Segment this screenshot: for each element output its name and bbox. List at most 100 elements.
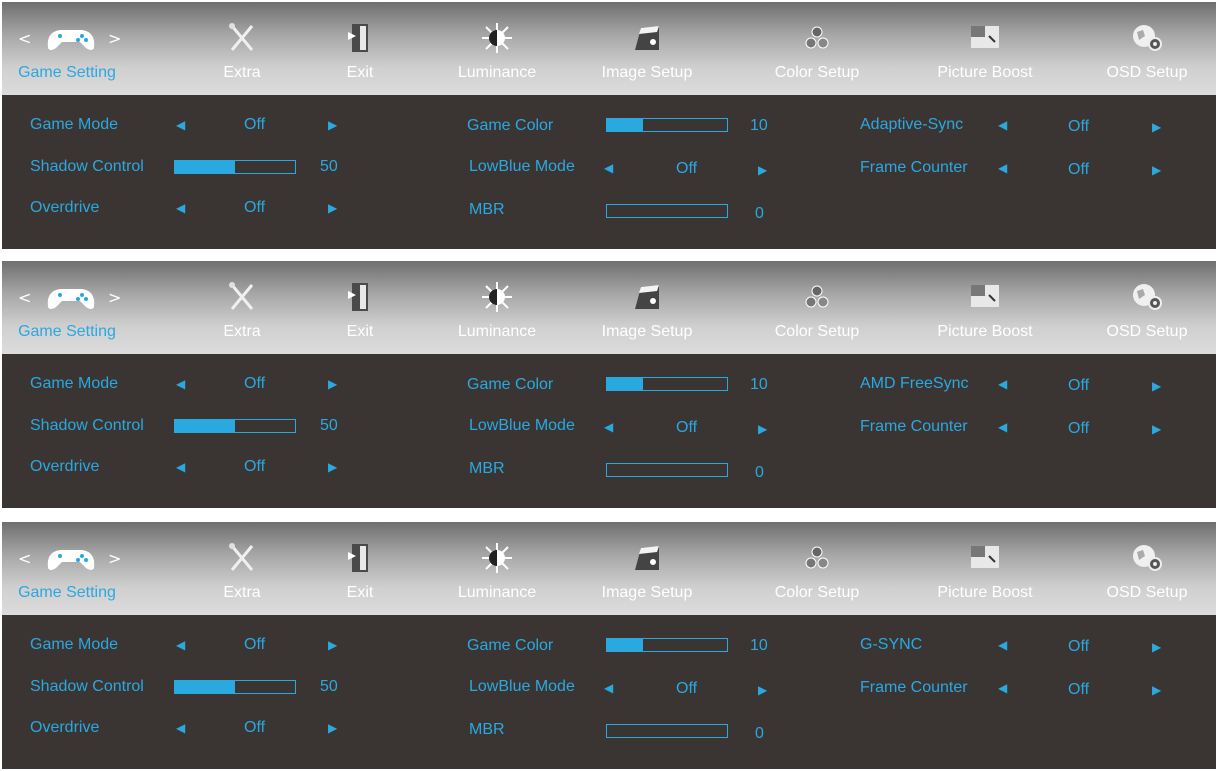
tools-icon [224, 22, 260, 54]
lowblue-mode-value: Off [676, 680, 698, 697]
tab-label: Color Setup [774, 323, 860, 340]
arrow-left-icon[interactable]: ◀ [604, 681, 613, 695]
tab-label: Color Setup [774, 584, 860, 601]
tab-image-setup[interactable]: Image Setup [592, 522, 702, 615]
svg-text:<: < [18, 29, 31, 48]
shadow-control-slider[interactable] [174, 160, 296, 174]
arrow-right-icon[interactable]: ▶ [758, 683, 767, 697]
tab-game-setting[interactable]: < > Game Setting [2, 522, 132, 615]
arrow-right-icon[interactable]: ▶ [328, 460, 337, 474]
frame-counter-label: Frame Counter [860, 418, 968, 435]
arrow-left-icon[interactable]: ◀ [176, 721, 185, 735]
arrow-left-icon[interactable]: ◀ [176, 118, 185, 132]
svg-text:<: < [18, 288, 31, 307]
arrow-left-icon[interactable]: ◀ [604, 161, 613, 175]
game-color-slider[interactable] [606, 638, 728, 652]
arrow-left-icon[interactable]: ◀ [998, 420, 1007, 434]
tab-color-setup[interactable]: Color Setup [762, 261, 872, 354]
sync-label: AMD FreeSync [860, 375, 969, 392]
tab-game-setting[interactable]: < > Game Setting [2, 261, 132, 354]
tab-osd-setup[interactable]: OSD Setup [1092, 261, 1202, 354]
mbr-label: MBR [469, 721, 505, 738]
tab-picture-boost[interactable]: Picture Boost [920, 522, 1050, 615]
tab-game-setting[interactable]: < > Game Setting [2, 2, 132, 95]
mbr-label: MBR [469, 201, 505, 218]
arrow-right-icon[interactable]: ▶ [328, 721, 337, 735]
mbr-slider[interactable] [606, 204, 728, 218]
game-mode-value: Off [244, 636, 266, 653]
tab-image-setup[interactable]: Image Setup [592, 261, 702, 354]
game-color-value: 10 [750, 637, 768, 654]
arrow-left-icon[interactable]: ◀ [176, 460, 185, 474]
image-icon [629, 281, 665, 313]
arrow-right-icon[interactable]: ▶ [328, 377, 337, 391]
sync-label: G-SYNC [860, 636, 923, 653]
tab-osd-setup[interactable]: OSD Setup [1092, 2, 1202, 95]
game-color-slider[interactable] [606, 118, 728, 132]
tab-extra[interactable]: Extra [192, 2, 292, 95]
arrow-right-icon[interactable]: ▶ [1152, 422, 1161, 436]
sun-icon [479, 22, 515, 54]
lowblue-mode-value: Off [676, 419, 698, 436]
globe-gear-icon [1129, 281, 1165, 313]
game-color-slider[interactable] [606, 377, 728, 391]
arrow-left-icon[interactable]: ◀ [998, 118, 1007, 132]
arrow-left-icon[interactable]: ◀ [176, 638, 185, 652]
tab-exit[interactable]: Exit [310, 261, 410, 354]
arrow-right-icon[interactable]: ▶ [758, 163, 767, 177]
arrow-right-icon[interactable]: ▶ [1152, 640, 1161, 654]
tab-label: Exit [346, 584, 374, 601]
arrow-right-icon[interactable]: ▶ [328, 118, 337, 132]
arrow-left-icon[interactable]: ◀ [998, 638, 1007, 652]
osd-tab-bar: < > Game Setting Extra Exit Luminance Im… [2, 2, 1216, 95]
tab-luminance[interactable]: Luminance [442, 2, 552, 95]
color-circles-icon [799, 542, 835, 574]
tab-extra[interactable]: Extra [192, 522, 292, 615]
tab-color-setup[interactable]: Color Setup [762, 2, 872, 95]
image-icon [629, 22, 665, 54]
mbr-slider[interactable] [606, 724, 728, 738]
arrow-left-icon[interactable]: ◀ [998, 681, 1007, 695]
exit-door-icon [342, 542, 378, 574]
svg-text:<: < [18, 549, 31, 568]
shadow-control-value: 50 [320, 678, 338, 695]
shadow-control-slider[interactable] [174, 419, 296, 433]
tab-extra[interactable]: Extra [192, 261, 292, 354]
arrow-left-icon[interactable]: ◀ [604, 420, 613, 434]
tab-osd-setup[interactable]: OSD Setup [1092, 522, 1202, 615]
tab-luminance[interactable]: Luminance [442, 261, 552, 354]
shadow-control-value: 50 [320, 417, 338, 434]
tab-exit[interactable]: Exit [310, 2, 410, 95]
arrow-left-icon[interactable]: ◀ [998, 161, 1007, 175]
tab-color-setup[interactable]: Color Setup [762, 522, 872, 615]
game-color-label: Game Color [467, 376, 554, 393]
mbr-slider[interactable] [606, 463, 728, 477]
overdrive-label: Overdrive [30, 719, 100, 736]
arrow-left-icon[interactable]: ◀ [998, 377, 1007, 391]
tab-label: Game Setting [18, 584, 116, 601]
tab-picture-boost[interactable]: Picture Boost [920, 2, 1050, 95]
tab-image-setup[interactable]: Image Setup [592, 2, 702, 95]
tab-label: Luminance [457, 64, 537, 81]
picture-boost-icon [967, 281, 1003, 313]
tab-picture-boost[interactable]: Picture Boost [920, 261, 1050, 354]
image-icon [629, 542, 665, 574]
frame-counter-label: Frame Counter [860, 159, 968, 176]
arrow-right-icon[interactable]: ▶ [1152, 683, 1161, 697]
tab-label: Image Setup [601, 64, 693, 81]
tab-exit[interactable]: Exit [310, 522, 410, 615]
arrow-left-icon[interactable]: ◀ [176, 201, 185, 215]
arrow-right-icon[interactable]: ▶ [328, 638, 337, 652]
arrow-right-icon[interactable]: ▶ [758, 422, 767, 436]
shadow-control-slider[interactable] [174, 680, 296, 694]
arrow-right-icon[interactable]: ▶ [1152, 163, 1161, 177]
arrow-right-icon[interactable]: ▶ [328, 201, 337, 215]
game-mode-label: Game Mode [30, 375, 119, 392]
tools-icon [224, 542, 260, 574]
arrow-right-icon[interactable]: ▶ [1152, 120, 1161, 134]
picture-boost-icon [967, 542, 1003, 574]
arrow-right-icon[interactable]: ▶ [1152, 379, 1161, 393]
tab-luminance[interactable]: Luminance [442, 522, 552, 615]
arrow-left-icon[interactable]: ◀ [176, 377, 185, 391]
exit-door-icon [342, 22, 378, 54]
